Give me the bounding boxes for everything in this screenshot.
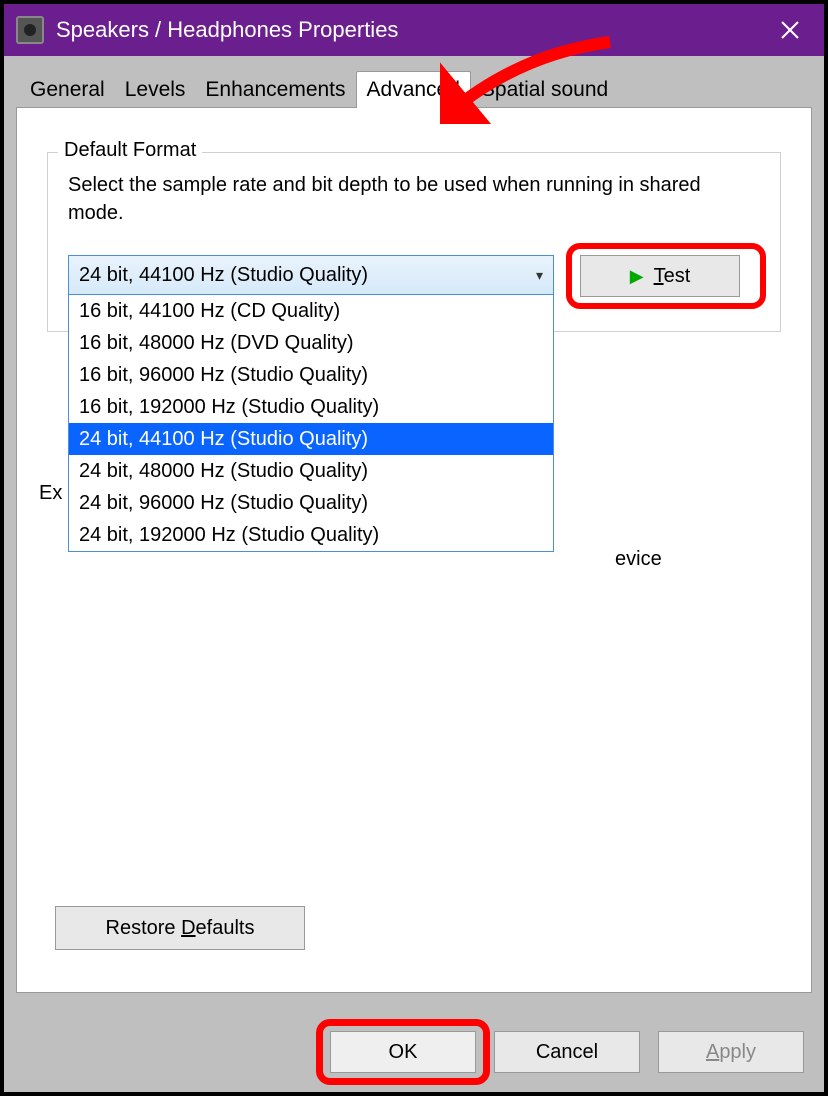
dialog-body: General Levels Enhancements Advanced Spa… xyxy=(4,56,824,1092)
group-default-format: Default Format Select the sample rate an… xyxy=(47,152,781,332)
tab-levels[interactable]: Levels xyxy=(115,72,196,108)
dialog-footer: OK Cancel Apply xyxy=(4,1012,824,1092)
combobox-option[interactable]: 16 bit, 44100 Hz (CD Quality) xyxy=(69,295,553,327)
ok-button[interactable]: OK xyxy=(330,1031,476,1073)
format-row: 24 bit, 44100 Hz (Studio Quality) ▾ 16 b… xyxy=(68,255,760,297)
restore-defaults-label: Restore Defaults xyxy=(106,917,255,940)
titlebar: Speakers / Headphones Properties xyxy=(4,4,824,56)
combobox-option[interactable]: 24 bit, 96000 Hz (Studio Quality) xyxy=(69,487,553,519)
tab-general[interactable]: General xyxy=(20,72,115,108)
test-button[interactable]: ▶ Test xyxy=(580,255,740,297)
combobox-option[interactable]: 16 bit, 96000 Hz (Studio Quality) xyxy=(69,359,553,391)
tabpage-advanced: Default Format Select the sample rate an… xyxy=(16,107,812,993)
combobox-option[interactable]: 16 bit, 48000 Hz (DVD Quality) xyxy=(69,327,553,359)
combobox-dropdown-list[interactable]: 16 bit, 44100 Hz (CD Quality)16 bit, 480… xyxy=(68,295,554,552)
group-description: Select the sample rate and bit depth to … xyxy=(68,171,760,227)
combobox-option[interactable]: 24 bit, 48000 Hz (Studio Quality) xyxy=(69,455,553,487)
tab-spatial[interactable]: Spatial sound xyxy=(471,72,618,108)
cancel-button-label: Cancel xyxy=(536,1041,598,1064)
combobox-option[interactable]: 24 bit, 192000 Hz (Studio Quality) xyxy=(69,519,553,551)
combobox-display[interactable]: 24 bit, 44100 Hz (Studio Quality) ▾ xyxy=(68,255,554,295)
app-icon xyxy=(16,16,44,44)
play-icon: ▶ xyxy=(630,266,644,287)
combobox-option[interactable]: 24 bit, 44100 Hz (Studio Quality) xyxy=(69,423,553,455)
close-button[interactable] xyxy=(768,8,812,52)
cancel-button[interactable]: Cancel xyxy=(494,1031,640,1073)
obscured-group-label-left: Ex xyxy=(39,482,62,505)
group-legend: Default Format xyxy=(58,139,202,162)
ok-button-wrap: OK xyxy=(330,1031,476,1073)
tabstrip: General Levels Enhancements Advanced Spa… xyxy=(16,68,812,108)
tab-advanced[interactable]: Advanced xyxy=(356,71,471,108)
restore-defaults-button[interactable]: Restore Defaults xyxy=(55,906,305,950)
combobox-option[interactable]: 16 bit, 192000 Hz (Studio Quality) xyxy=(69,391,553,423)
apply-button[interactable]: Apply xyxy=(658,1031,804,1073)
window-title: Speakers / Headphones Properties xyxy=(56,17,768,43)
apply-button-label: Apply xyxy=(706,1041,756,1064)
chevron-down-icon: ▾ xyxy=(536,267,543,284)
test-button-wrap: ▶ Test xyxy=(580,255,760,297)
test-button-label: Test xyxy=(654,265,691,288)
obscured-group-text-right: evice xyxy=(615,548,662,571)
close-icon xyxy=(780,20,800,40)
ok-button-label: OK xyxy=(389,1041,418,1064)
combobox-selected-value: 24 bit, 44100 Hz (Studio Quality) xyxy=(79,264,536,287)
tab-enhancements[interactable]: Enhancements xyxy=(195,72,355,108)
format-combobox[interactable]: 24 bit, 44100 Hz (Studio Quality) ▾ 16 b… xyxy=(68,255,554,295)
